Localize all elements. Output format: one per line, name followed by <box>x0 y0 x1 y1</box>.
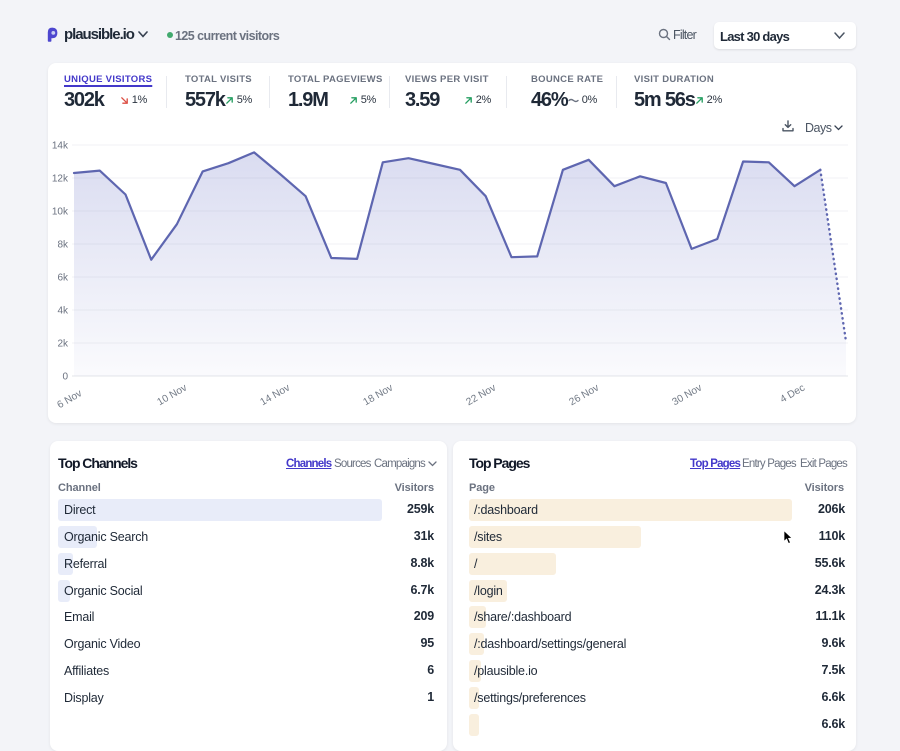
svg-text:4 Dec: 4 Dec <box>778 383 807 406</box>
svg-text:14 Nov: 14 Nov <box>259 382 293 408</box>
svg-text:6k: 6k <box>57 273 69 284</box>
svg-text:12k: 12k <box>52 174 69 185</box>
svg-text:8k: 8k <box>57 240 69 251</box>
svg-text:6 Nov: 6 Nov <box>56 388 85 411</box>
svg-text:22 Nov: 22 Nov <box>465 382 499 408</box>
svg-text:10 Nov: 10 Nov <box>156 382 190 408</box>
svg-text:30 Nov: 30 Nov <box>671 382 705 408</box>
svg-text:10k: 10k <box>52 207 69 218</box>
svg-text:18 Nov: 18 Nov <box>362 382 396 408</box>
svg-text:14k: 14k <box>52 141 69 152</box>
svg-text:0: 0 <box>62 372 68 383</box>
svg-text:2k: 2k <box>57 339 69 350</box>
svg-text:26 Nov: 26 Nov <box>568 382 602 408</box>
svg-text:4k: 4k <box>57 306 69 317</box>
